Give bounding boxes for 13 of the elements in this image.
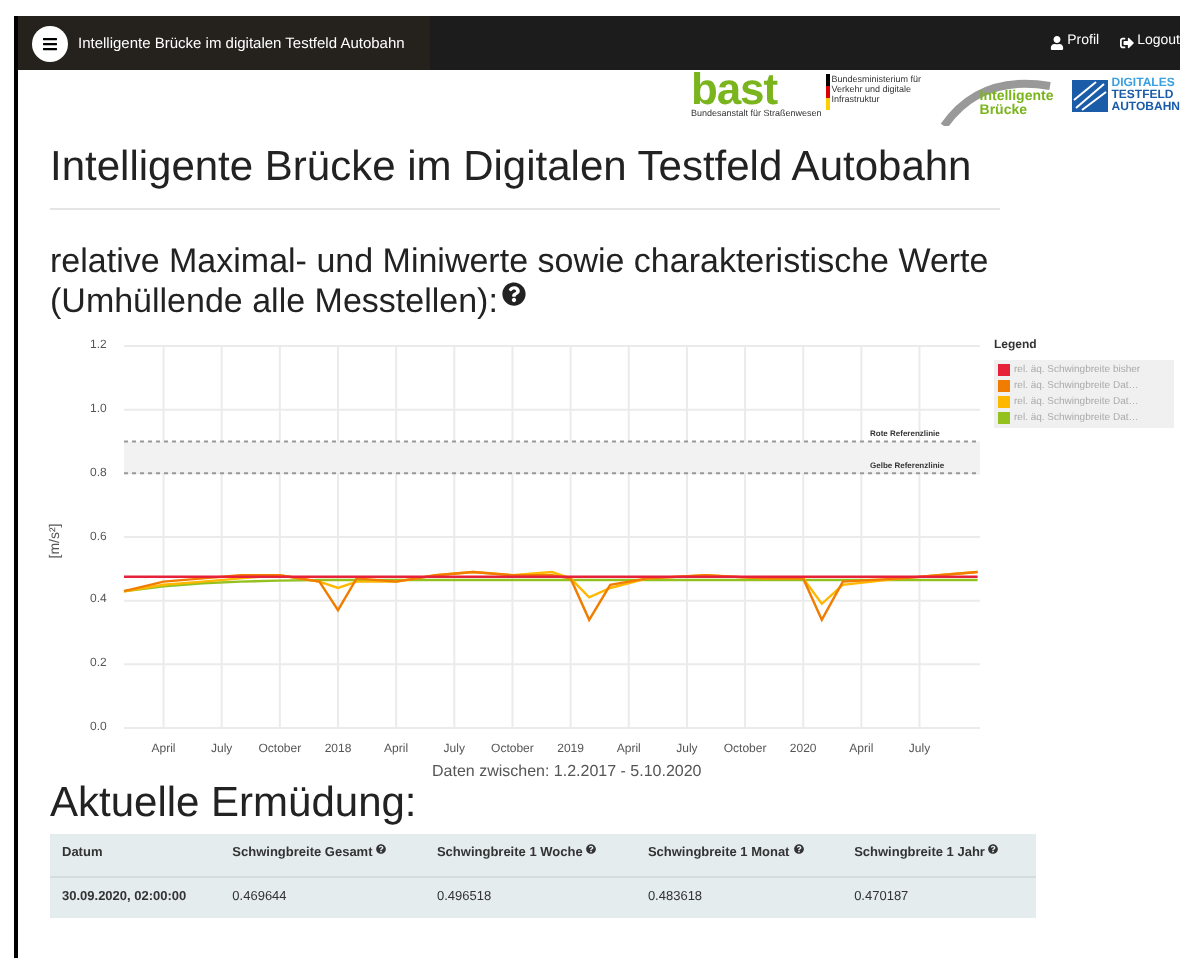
page-title: Intelligente Brücke im Digitalen Testfeld Autobahn [50, 140, 1000, 210]
axis-label: Daten zwischen: 1.2.2017 - 5.10.2020 [432, 764, 702, 780]
user-icon [1049, 36, 1064, 50]
help-icon [988, 844, 999, 855]
menu-icon [42, 35, 58, 51]
section-title: relative Maximal- und Miniwerte sowie charakteristische Werte (Umhüllende alle Messtellen): [50, 242, 991, 322]
help-icon [376, 844, 387, 855]
menu-button[interactable] [32, 25, 68, 61]
logout-icon [1119, 36, 1134, 50]
help-icon [793, 844, 804, 855]
help-icon [501, 282, 526, 306]
help-icon [586, 844, 597, 855]
section-heading: Aktuelle Ermüdung: [50, 780, 419, 828]
